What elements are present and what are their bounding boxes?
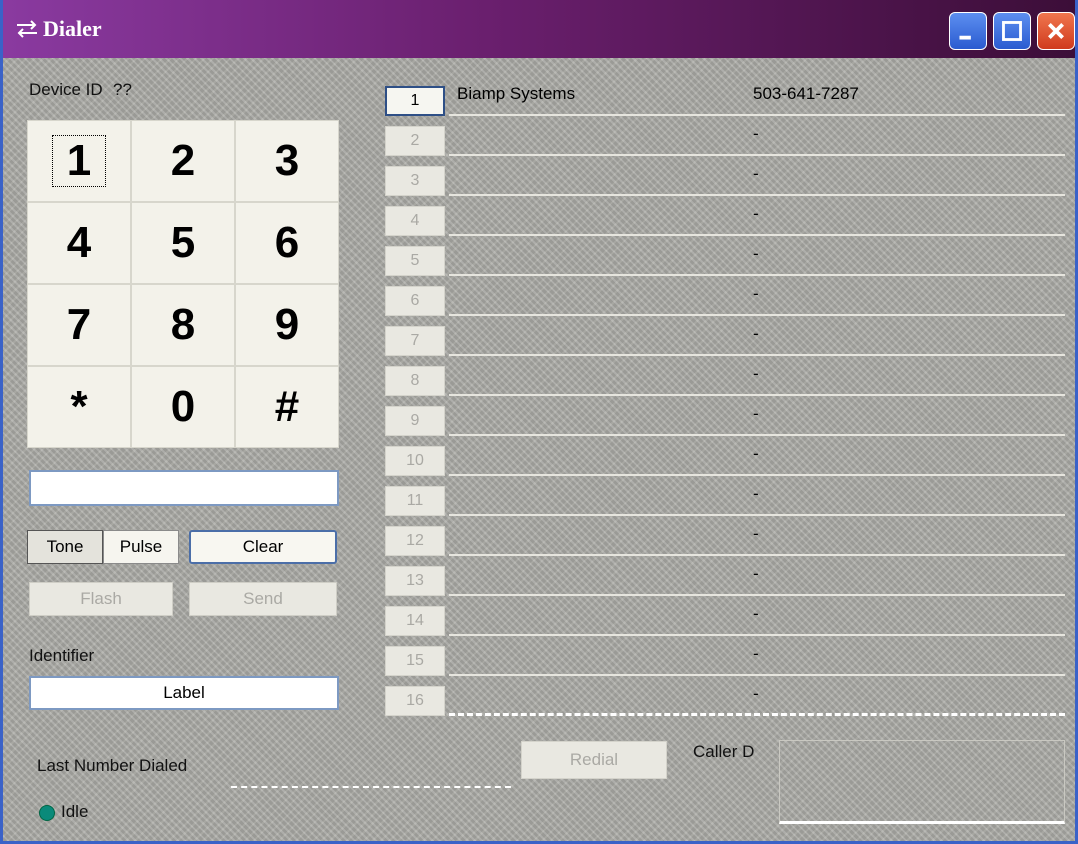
speed-dial-separator: - (753, 284, 759, 303)
flash-button[interactable]: Flash (29, 582, 173, 616)
speed-dial-entry-9[interactable]: - (449, 398, 1065, 436)
key-6[interactable]: 6 (235, 202, 339, 284)
speed-dial-button-16[interactable]: 16 (385, 686, 445, 716)
speed-dial-entry-15[interactable]: - (449, 638, 1065, 676)
speed-dial-separator: - (753, 484, 759, 503)
dialer-panel: Device ID ?? 1 2 3 4 5 6 7 8 9 * 0 # Ton… (3, 58, 1075, 841)
speed-dial-separator: - (753, 324, 759, 343)
speed-dial-entry-12[interactable]: - (449, 518, 1065, 556)
speed-dial-separator: - (753, 244, 759, 263)
key-1-label: 1 (51, 135, 107, 187)
pulse-button[interactable]: Pulse (103, 530, 179, 564)
tone-button[interactable]: Tone (27, 530, 103, 564)
speed-dial-separator: - (753, 604, 759, 623)
speed-dial-separator: - (753, 124, 759, 143)
speed-dial-button-12[interactable]: 12 (385, 526, 445, 556)
speed-dial-entry-14[interactable]: - (449, 598, 1065, 636)
speed-dial-separator: - (753, 164, 759, 183)
swap-arrows-icon (17, 20, 37, 38)
speed-dial-button-15[interactable]: 15 (385, 646, 445, 676)
speed-dial-entry-11[interactable]: - (449, 478, 1065, 516)
speed-dial-button-6[interactable]: 6 (385, 286, 445, 316)
speed-dial-button-11[interactable]: 11 (385, 486, 445, 516)
speed-dial-separator: - (753, 204, 759, 223)
maximize-icon (1002, 21, 1022, 41)
key-star[interactable]: * (27, 366, 131, 448)
speed-dial-entry-16[interactable]: - (449, 678, 1065, 716)
speed-dial-button-4[interactable]: 4 (385, 206, 445, 236)
keypad: 1 2 3 4 5 6 7 8 9 * 0 # (27, 120, 339, 450)
identifier-label-field[interactable]: Label (29, 676, 339, 710)
speed-dial-button-10[interactable]: 10 (385, 446, 445, 476)
speed-dial-separator: - (753, 444, 759, 463)
maximize-button[interactable] (993, 12, 1031, 50)
speed-dial-button-7[interactable]: 7 (385, 326, 445, 356)
key-9[interactable]: 9 (235, 284, 339, 366)
minimize-icon (959, 35, 971, 40)
key-5[interactable]: 5 (131, 202, 235, 284)
title-bar[interactable]: Dialer (3, 0, 1075, 58)
speed-dial-button-1[interactable]: 1 (385, 86, 445, 116)
status-indicator-icon (39, 805, 55, 821)
speed-dial-separator: - (753, 524, 759, 543)
speed-dial-entry-1[interactable]: Biamp Systems 503-641-7287 (449, 78, 1065, 116)
dialer-window: Dialer Device ID ?? 1 2 3 4 5 6 7 8 9 * … (0, 0, 1078, 844)
clear-button[interactable]: Clear (189, 530, 337, 564)
close-icon (1048, 23, 1064, 39)
speed-dial-button-3[interactable]: 3 (385, 166, 445, 196)
speed-dial-entry-3[interactable]: - (449, 158, 1065, 196)
redial-button[interactable]: Redial (521, 741, 667, 779)
speed-dial-number: 503-641-7287 (753, 84, 859, 103)
key-0[interactable]: 0 (131, 366, 235, 448)
speed-dial-entry-8[interactable]: - (449, 358, 1065, 396)
key-1[interactable]: 1 (27, 120, 131, 202)
last-number-dialed-field (231, 744, 511, 788)
speed-dial-button-14[interactable]: 14 (385, 606, 445, 636)
speed-dial-entry-2[interactable]: - (449, 118, 1065, 156)
speed-dial-entry-4[interactable]: - (449, 198, 1065, 236)
send-button[interactable]: Send (189, 582, 337, 616)
speed-dial-separator: - (753, 644, 759, 663)
speed-dial-separator: - (753, 364, 759, 383)
key-2[interactable]: 2 (131, 120, 235, 202)
key-hash[interactable]: # (235, 366, 339, 448)
key-8[interactable]: 8 (131, 284, 235, 366)
identifier-heading: Identifier (29, 646, 95, 665)
speed-dial-name: Biamp Systems (457, 84, 576, 103)
caller-id-label: Caller D (693, 742, 755, 761)
device-id-value: ?? (113, 80, 132, 99)
status-text: Idle (61, 802, 89, 821)
minimize-button[interactable] (949, 12, 987, 50)
key-3[interactable]: 3 (235, 120, 339, 202)
speed-dial-entry-10[interactable]: - (449, 438, 1065, 476)
speed-dial-button-2[interactable]: 2 (385, 126, 445, 156)
speed-dial-separator: - (753, 404, 759, 423)
close-button[interactable] (1037, 12, 1075, 50)
caller-id-field (779, 740, 1065, 824)
key-4[interactable]: 4 (27, 202, 131, 284)
speed-dial-button-5[interactable]: 5 (385, 246, 445, 276)
dial-number-input[interactable] (29, 470, 339, 506)
device-id-label: Device ID (29, 80, 103, 99)
key-7[interactable]: 7 (27, 284, 131, 366)
last-number-dialed-label: Last Number Dialed (37, 756, 188, 775)
speed-dial-separator: - (753, 684, 759, 703)
speed-dial-entry-6[interactable]: - (449, 278, 1065, 316)
speed-dial-button-13[interactable]: 13 (385, 566, 445, 596)
speed-dial-button-9[interactable]: 9 (385, 406, 445, 436)
speed-dial-entry-7[interactable]: - (449, 318, 1065, 356)
speed-dial-entry-13[interactable]: - (449, 558, 1065, 596)
speed-dial-button-8[interactable]: 8 (385, 366, 445, 396)
speed-dial-entry-5[interactable]: - (449, 238, 1065, 276)
window-title: Dialer (43, 16, 102, 41)
speed-dial-separator: - (753, 564, 759, 583)
